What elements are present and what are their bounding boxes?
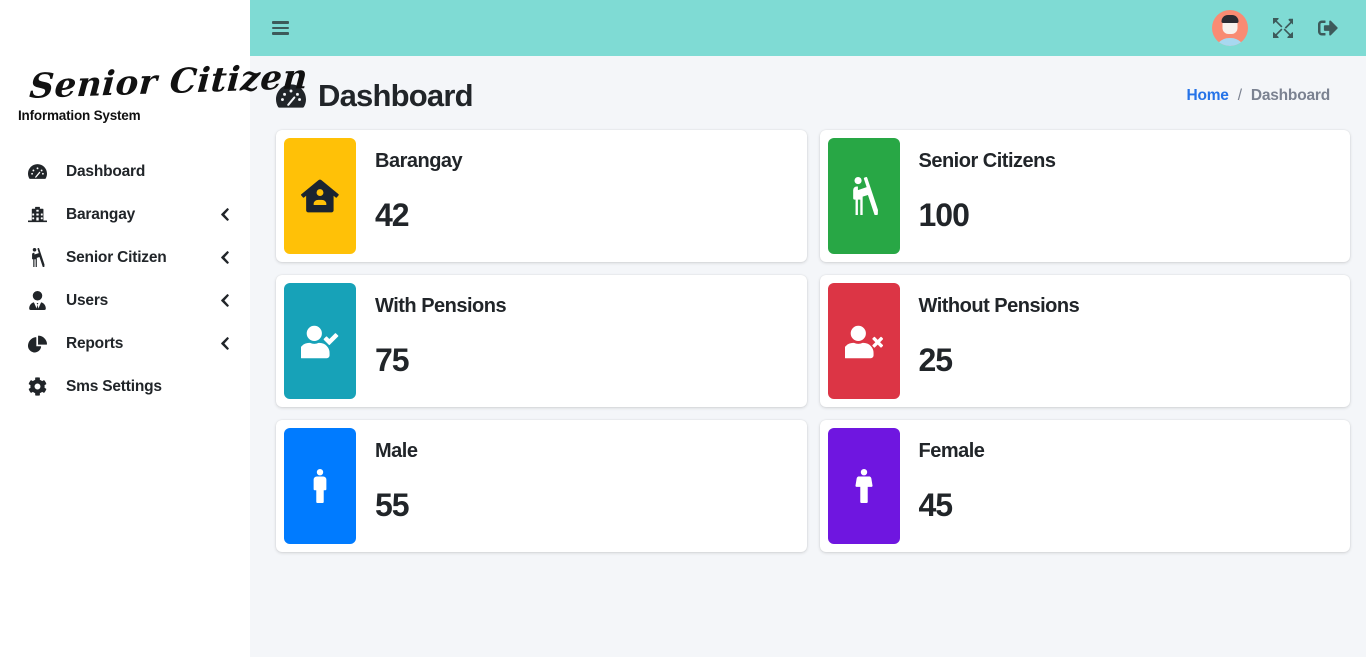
- sidebar-item-label: Barangay: [66, 205, 136, 223]
- sidebar-item-sms-settings[interactable]: Sms Settings: [0, 365, 250, 408]
- user-tie-icon: [22, 291, 52, 310]
- tachometer-icon: [22, 162, 52, 181]
- sidebar-item-label: Users: [66, 291, 109, 309]
- avatar[interactable]: [1212, 10, 1248, 46]
- sidebar-item-dashboard[interactable]: Dashboard: [0, 150, 250, 193]
- card-label: Female: [918, 440, 985, 462]
- card-body: Male 55: [356, 428, 799, 544]
- logout-icon[interactable]: [1318, 18, 1338, 38]
- card-value: 42: [375, 197, 410, 233]
- chevron-left-icon[interactable]: [220, 250, 230, 265]
- card-label: Without Pensions: [918, 295, 1080, 317]
- chevron-left-icon[interactable]: [220, 293, 230, 308]
- dashboard-page: Senior Citizen Information System Dashbo…: [0, 0, 1366, 657]
- fullscreen-icon[interactable]: [1273, 18, 1293, 38]
- card-icon-box: [284, 138, 356, 254]
- avatar-shirt: [1215, 38, 1245, 46]
- breadcrumb-separator: /: [1237, 87, 1242, 104]
- topbar-actions: [1212, 10, 1338, 46]
- building-icon: [22, 205, 52, 224]
- hamburger-icon[interactable]: [272, 17, 294, 39]
- stat-card-without-pensions[interactable]: Without Pensions 25: [819, 275, 1350, 407]
- page-title-text: Dashboard: [318, 78, 474, 113]
- card-icon-box: [827, 138, 900, 254]
- brand-logo[interactable]: Senior Citizen Information System: [0, 0, 309, 138]
- female-icon: [847, 469, 881, 503]
- card-label: Barangay: [375, 150, 463, 172]
- card-value: 75: [375, 342, 410, 378]
- stat-card-grid: Barangay 42 Senior Citizens 100 With Pen…: [250, 120, 1366, 552]
- breadcrumb: Home / Dashboard: [1186, 87, 1346, 105]
- sidebar-item-label: Senior Citizen: [66, 248, 167, 266]
- chevron-left-icon[interactable]: [220, 336, 230, 351]
- sidebar-item-barangay[interactable]: Barangay: [0, 193, 250, 236]
- sidebar-item-users[interactable]: Users: [0, 279, 250, 322]
- sidebar-nav: Dashboard Barangay Senior Citizen Users …: [0, 150, 250, 408]
- card-body: Barangay 42: [356, 138, 799, 254]
- stat-card-male[interactable]: Male 55: [276, 420, 807, 552]
- sidebar-item-label: Reports: [66, 334, 124, 352]
- breadcrumb-current: Dashboard: [1250, 87, 1330, 104]
- user-times-icon: [844, 322, 883, 360]
- card-body: Senior Citizens 100: [900, 138, 1343, 254]
- sidebar: Senior Citizen Information System Dashbo…: [0, 0, 309, 657]
- blind-walking-icon: [845, 177, 883, 215]
- stat-card-barangay[interactable]: Barangay 42: [276, 130, 807, 262]
- male-icon: [303, 469, 337, 503]
- sidebar-item-label: Sms Settings: [66, 377, 162, 395]
- stat-card-with-pensions[interactable]: With Pensions 75: [276, 275, 807, 407]
- sidebar-item-label: Dashboard: [66, 162, 146, 180]
- card-icon-box: [284, 428, 356, 544]
- house-user-icon: [301, 177, 339, 215]
- gear-icon: [22, 377, 52, 396]
- top-navbar: [250, 0, 1366, 56]
- card-body: Female 45: [900, 428, 1343, 544]
- stat-card-senior-citizens[interactable]: Senior Citizens 100: [819, 130, 1350, 262]
- user-check-icon: [301, 322, 339, 360]
- main-content: Dashboard Home / Dashboard Barangay 42 S…: [250, 0, 1366, 657]
- card-value: 45: [918, 487, 954, 523]
- card-icon-box: [284, 283, 356, 399]
- breadcrumb-home[interactable]: Home: [1186, 87, 1228, 105]
- card-label: Male: [375, 440, 418, 462]
- card-body: With Pensions 75: [356, 283, 799, 399]
- sidebar-item-reports[interactable]: Reports: [0, 322, 250, 365]
- card-value: 55: [375, 487, 410, 523]
- card-body: Without Pensions 25: [900, 283, 1343, 399]
- avatar-hair: [1221, 15, 1239, 23]
- brand-subtitle: Information System: [18, 108, 141, 123]
- card-label: With Pensions: [375, 295, 507, 317]
- card-label: Senior Citizens: [918, 150, 1056, 172]
- card-value: 25: [918, 342, 954, 378]
- blind-walking-icon: [22, 248, 52, 267]
- card-icon-box: [827, 283, 900, 399]
- chevron-left-icon[interactable]: [220, 207, 230, 222]
- card-value: 100: [918, 197, 970, 233]
- chart-pie-icon: [22, 334, 52, 353]
- card-icon-box: [827, 428, 900, 544]
- sidebar-item-senior-citizen[interactable]: Senior Citizen: [0, 236, 250, 279]
- stat-card-female[interactable]: Female 45: [819, 420, 1350, 552]
- content-header: Dashboard Home / Dashboard: [250, 56, 1366, 120]
